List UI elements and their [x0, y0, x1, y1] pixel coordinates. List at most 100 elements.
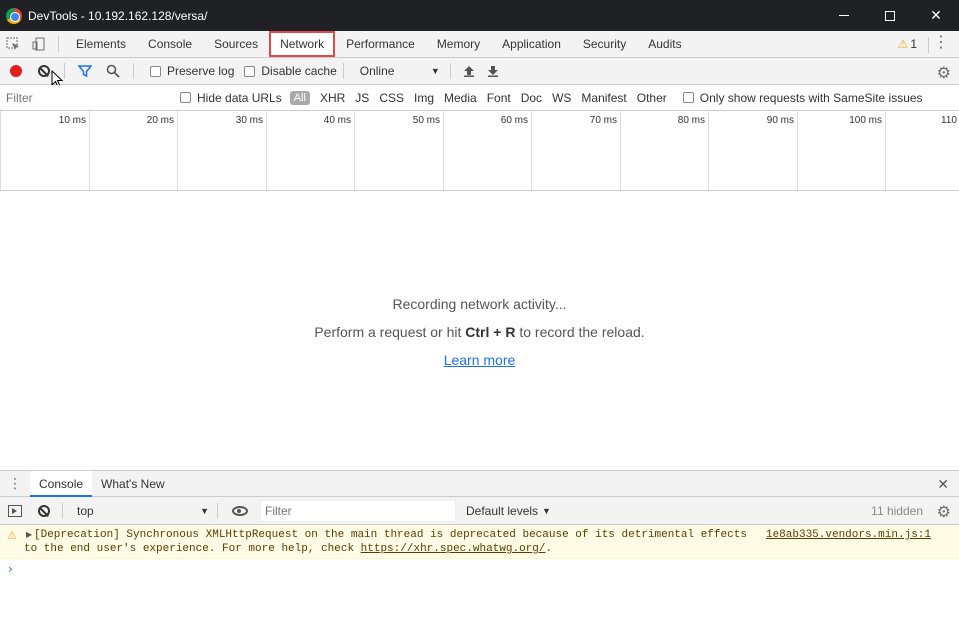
warning-text-suffix: .	[545, 543, 553, 555]
main-tab-strip: Elements Console Sources Network Perform…	[0, 31, 959, 58]
clear-icon	[38, 65, 50, 77]
timeline-tick: 50 ms	[354, 111, 443, 190]
type-filter-other[interactable]: Other	[637, 91, 667, 105]
reload-shortcut: Ctrl + R	[465, 324, 516, 340]
hide-data-urls-checkbox[interactable]: Hide data URLs	[180, 91, 282, 105]
type-filter-all[interactable]: All	[289, 90, 310, 105]
console-sidebar-toggle-icon[interactable]	[8, 504, 22, 517]
timeline-tick-label: 80 ms	[677, 115, 705, 126]
warnings-counter[interactable]: ⚠ 1	[898, 37, 917, 51]
message-source-link[interactable]: 1e8ab335.vendors.min.js:1	[766, 529, 931, 541]
warning-text-line2: to the end user's experience. For more h…	[24, 543, 552, 555]
maximize-button[interactable]	[867, 0, 913, 31]
hint-suffix: to record the reload.	[515, 324, 645, 340]
network-filter-input[interactable]	[2, 86, 168, 109]
checkbox-box	[180, 92, 191, 103]
samesite-filter-label: Only show requests with SameSite issues	[699, 90, 923, 105]
disable-cache-checkbox[interactable]: Disable cache	[244, 64, 337, 78]
drawer-tab-console[interactable]: Console	[30, 470, 93, 497]
tab-memory[interactable]: Memory	[426, 31, 491, 57]
tab-application[interactable]: Application	[491, 31, 572, 57]
console-toolbar: top ▼ Default levels ▼ 11 hidden ⚙	[0, 497, 959, 525]
timeline-tick: 10 ms	[0, 111, 89, 190]
console-filter-input[interactable]	[260, 499, 456, 522]
execution-context-select[interactable]: top ▼	[77, 504, 209, 518]
tab-console[interactable]: Console	[137, 31, 203, 57]
minimize-icon	[839, 15, 849, 16]
throttling-select[interactable]: Online ▼	[360, 64, 440, 78]
expand-triangle-icon[interactable]: ▶	[26, 530, 32, 539]
toolbar-divider	[217, 502, 218, 519]
console-prompt-chevron-icon[interactable]: ›	[8, 562, 13, 576]
learn-more-link[interactable]: Learn more	[444, 352, 516, 368]
network-settings-gear-icon[interactable]: ⚙	[937, 63, 951, 83]
spec-link[interactable]: https://xhr.spec.whatwg.org/	[361, 543, 546, 555]
type-filter-css[interactable]: CSS	[379, 91, 404, 105]
inspect-element-icon[interactable]	[0, 31, 26, 57]
timeline-tick-label: 70 ms	[589, 115, 617, 126]
network-filter-bar: Hide data URLs All XHR JS CSS Img Media …	[0, 85, 959, 111]
type-filter-manifest[interactable]: Manifest	[581, 91, 626, 105]
search-button[interactable]	[99, 58, 127, 84]
drawer-tab-strip: ⋮ Console What's New ✕	[0, 470, 959, 497]
toolbar-divider	[449, 63, 451, 79]
clear-console-button[interactable]	[30, 498, 58, 524]
type-filter-ws[interactable]: WS	[552, 91, 571, 105]
type-filter-js[interactable]: JS	[355, 91, 369, 105]
toolbar-divider	[342, 63, 344, 79]
console-warning-message: ⚠ ▶ [Deprecation] Synchronous XMLHttpReq…	[0, 525, 959, 559]
console-settings-gear-icon[interactable]: ⚙	[937, 502, 951, 522]
log-levels-dropdown[interactable]: Default levels ▼	[466, 504, 551, 518]
learn-more-container: Learn more	[0, 352, 959, 368]
filter-toggle-button[interactable]	[71, 58, 99, 84]
export-har-button[interactable]	[481, 58, 505, 84]
timeline-tick: 100 ms	[797, 111, 885, 190]
import-har-button[interactable]	[457, 58, 481, 84]
close-window-button[interactable]: ✕	[913, 0, 959, 31]
network-empty-state: Recording network activity... Perform a …	[0, 192, 959, 468]
minimize-button[interactable]	[821, 0, 867, 31]
timeline-tick-label: 20 ms	[146, 115, 174, 126]
close-drawer-icon[interactable]: ✕	[937, 476, 949, 493]
toolbar-divider	[133, 63, 134, 79]
drawer-tab-whats-new[interactable]: What's New	[92, 471, 174, 497]
window-title: DevTools - 10.192.162.128/versa/	[28, 8, 208, 23]
tab-elements[interactable]: Elements	[65, 31, 137, 57]
checkbox-box	[150, 65, 161, 77]
download-icon	[487, 66, 498, 77]
timeline-tick: 60 ms	[443, 111, 531, 190]
tab-sources[interactable]: Sources	[203, 31, 269, 57]
live-expression-eye-icon[interactable]	[232, 505, 248, 516]
network-overview-timeline[interactable]: 10 ms 20 ms 30 ms 40 ms 50 ms 60 ms 70 m…	[0, 111, 959, 191]
drawer-menu-icon[interactable]: ⋮	[0, 475, 30, 492]
device-toolbar-icon[interactable]	[26, 31, 52, 57]
toolbar-divider	[62, 502, 63, 519]
warning-text-prefix: to the end user's experience. For more h…	[24, 543, 361, 555]
checkbox-box	[682, 92, 694, 103]
tab-network[interactable]: Network	[269, 31, 336, 57]
timeline-tick-label: 60 ms	[500, 115, 528, 126]
timeline-tick: 70 ms	[531, 111, 620, 190]
chrome-logo-icon	[6, 7, 22, 24]
timeline-tick-label: 40 ms	[323, 115, 351, 126]
record-button[interactable]	[10, 65, 22, 77]
tab-security[interactable]: Security	[572, 31, 637, 57]
type-filter-font[interactable]: Font	[487, 91, 511, 105]
type-filter-xhr[interactable]: XHR	[320, 91, 345, 105]
checkbox-box	[244, 65, 256, 77]
timeline-tick-label: 50 ms	[412, 115, 440, 126]
more-options-icon[interactable]: ⋮	[933, 35, 949, 51]
timeline-tick: 80 ms	[620, 111, 708, 190]
preserve-log-checkbox[interactable]: Preserve log	[150, 64, 234, 78]
tab-audits[interactable]: Audits	[637, 31, 692, 57]
type-filter-img[interactable]: Img	[414, 91, 434, 105]
chevron-down-icon: ▼	[430, 66, 440, 76]
context-value: top	[77, 503, 94, 518]
search-icon	[106, 64, 120, 78]
samesite-filter-checkbox[interactable]: Only show requests with SameSite issues	[682, 90, 923, 105]
type-filter-media[interactable]: Media	[444, 91, 477, 105]
hide-data-urls-label: Hide data URLs	[197, 90, 282, 105]
type-filter-doc[interactable]: Doc	[521, 91, 542, 105]
window-controls: ✕	[821, 0, 959, 31]
tab-performance[interactable]: Performance	[335, 31, 426, 57]
